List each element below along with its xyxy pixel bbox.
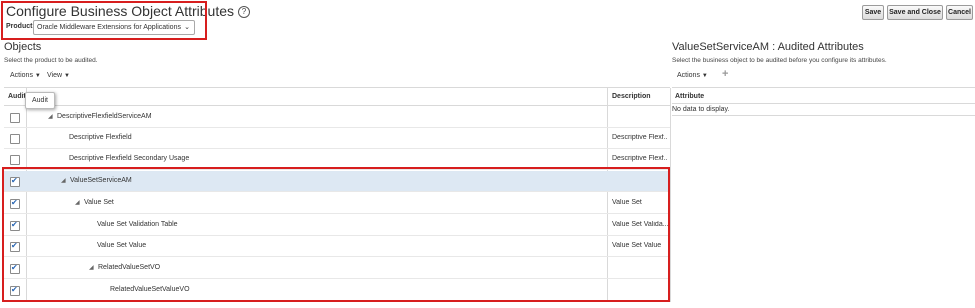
attribute-column-header[interactable]: Attribute: [675, 93, 704, 100]
row-description: Descriptive Flexf...: [612, 134, 668, 141]
expand-icon[interactable]: ◢: [48, 113, 53, 120]
table-right-border: [670, 88, 671, 302]
save-and-close-button[interactable]: Save and Close: [887, 5, 943, 20]
caret-down-icon: ▼: [701, 73, 708, 79]
row-name: Descriptive Flexfield: [69, 134, 132, 141]
actions-label: Actions: [10, 72, 33, 79]
audit-checkbox[interactable]: [10, 155, 20, 165]
header-bottom-border: [4, 105, 670, 106]
table-row[interactable]: Descriptive Flexfield Descriptive Flexf.…: [4, 128, 670, 149]
audit-checkbox[interactable]: [10, 113, 20, 123]
view-label: View: [47, 72, 63, 79]
row-description: Descriptive Flexf...: [612, 155, 668, 162]
caret-down-icon: ▼: [34, 73, 41, 79]
description-column-header[interactable]: Description: [612, 93, 651, 100]
save-button[interactable]: Save: [862, 5, 884, 20]
audited-attributes-title: ValueSetServiceAM : Audited Attributes: [672, 41, 864, 53]
audited-attributes-subtitle: Select the business object to be audited…: [672, 57, 887, 64]
row-name: DescriptiveFlexfieldServiceAM: [57, 113, 152, 120]
attr-table-top-border: [672, 87, 975, 88]
audit-column-header[interactable]: Audit: [8, 93, 26, 100]
empty-table-message: No data to display.: [672, 106, 730, 113]
objects-title: Objects: [4, 41, 42, 53]
add-icon[interactable]: +: [722, 68, 728, 80]
caret-down-icon: ▼: [64, 73, 70, 79]
objects-actions-menu[interactable]: Actions ▼: [10, 72, 41, 79]
objects-subtitle: Select the product to be audited.: [4, 57, 98, 64]
checked-rows-highlight-box: [2, 167, 670, 302]
cancel-button[interactable]: Cancel: [946, 5, 973, 20]
audited-actions-menu[interactable]: Actions ▼: [677, 72, 708, 79]
attr-row-border: [672, 115, 975, 116]
help-icon[interactable]: ?: [238, 6, 251, 18]
audit-tooltip: Audit: [25, 92, 55, 109]
attr-header-bottom-border: [672, 103, 975, 104]
row-name: Descriptive Flexfield Secondary Usage: [69, 155, 190, 162]
audit-checkbox[interactable]: [10, 134, 20, 144]
objects-view-menu[interactable]: View ▼: [47, 72, 70, 79]
table-row[interactable]: ◢ DescriptiveFlexfieldServiceAM: [4, 107, 670, 128]
table-top-border: [4, 87, 670, 88]
product-highlight-box: [1, 1, 207, 40]
actions-label: Actions: [677, 72, 700, 79]
